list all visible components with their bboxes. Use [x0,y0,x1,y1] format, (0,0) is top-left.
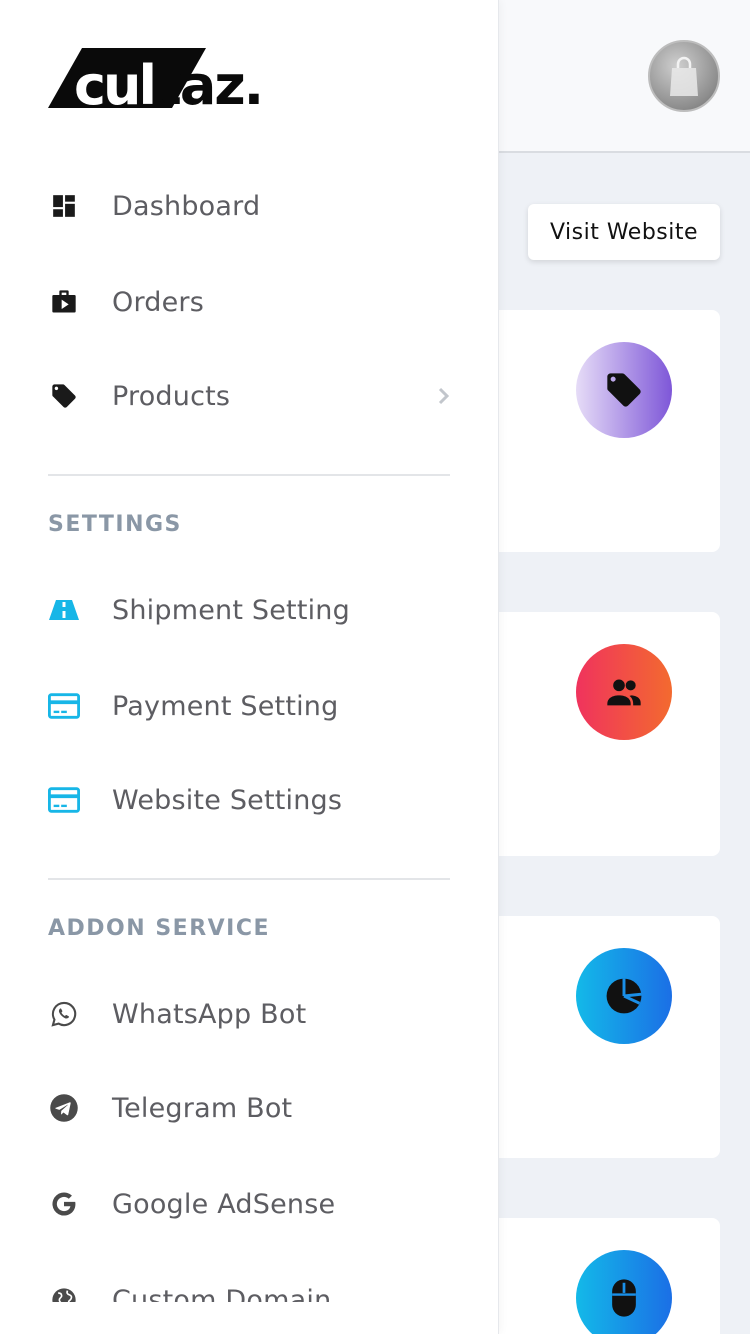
nav-label: Telegram Bot [112,1092,293,1124]
stat-card-icon-circle [576,948,672,1044]
nav-item-orders[interactable]: Orders [48,272,452,332]
tag-icon [48,380,80,412]
section-title-settings: SETTINGS [48,512,182,537]
stat-card-visits[interactable] [480,1218,720,1334]
visit-website-button[interactable]: Visit Website [528,204,720,260]
road-icon [48,594,80,626]
cultaz-logo: cul taz. [48,48,264,117]
dashboard-icon [48,190,80,222]
nav-label: WhatsApp Bot [112,998,307,1030]
chevron-right-icon [438,387,450,405]
shopping-bag-icon [670,56,698,96]
nav-label: Payment Setting [112,690,339,722]
stat-card-analytics[interactable] [480,916,720,1158]
nav-label: Products [112,380,231,412]
whatsapp-icon [48,998,80,1030]
nav-label: Shipment Setting [112,594,350,626]
divider [48,474,450,476]
google-icon [48,1188,80,1220]
nav-item-products[interactable]: Products [48,366,452,426]
nav-item-payment-setting[interactable]: Payment Setting [48,676,452,736]
nav-label: Orders [112,286,204,318]
tag-icon [607,373,641,407]
briefcase-play-icon [48,286,80,318]
pie-chart-icon [606,978,642,1014]
credit-card-icon [48,690,80,722]
stat-card-icon-circle [576,342,672,438]
nav-label: Dashboard [112,190,261,222]
credit-card-icon [48,784,80,816]
nav-item-whatsapp-bot[interactable]: WhatsApp Bot [48,984,452,1044]
telegram-icon [48,1092,80,1124]
nav-label: Website Settings [112,784,343,816]
stat-card-products[interactable] [480,310,720,552]
svg-text:cul: cul [74,54,154,112]
nav-label: Google AdSense [112,1188,336,1220]
drawer-bottom-mask [0,1302,498,1334]
users-icon [607,679,641,706]
mouse-icon [612,1279,636,1317]
stat-card-icon-circle [576,644,672,740]
stat-card-customers[interactable] [480,612,720,856]
section-title-addon-service: ADDON SERVICE [48,916,271,941]
nav-item-shipment-setting[interactable]: Shipment Setting [48,580,452,640]
brand-logo[interactable]: cul taz. [48,44,278,117]
nav-item-google-adsense[interactable]: Google AdSense [48,1174,452,1234]
side-drawer: cul taz. Dashboard Orders Products SETTI… [0,0,499,1334]
nav-item-website-settings[interactable]: Website Settings [48,770,452,830]
nav-item-telegram-bot[interactable]: Telegram Bot [48,1078,452,1138]
svg-text:taz.: taz. [156,54,262,112]
stat-card-icon-circle [576,1250,672,1334]
nav-item-dashboard[interactable]: Dashboard [48,176,452,236]
divider [48,878,450,880]
avatar[interactable] [648,40,720,112]
